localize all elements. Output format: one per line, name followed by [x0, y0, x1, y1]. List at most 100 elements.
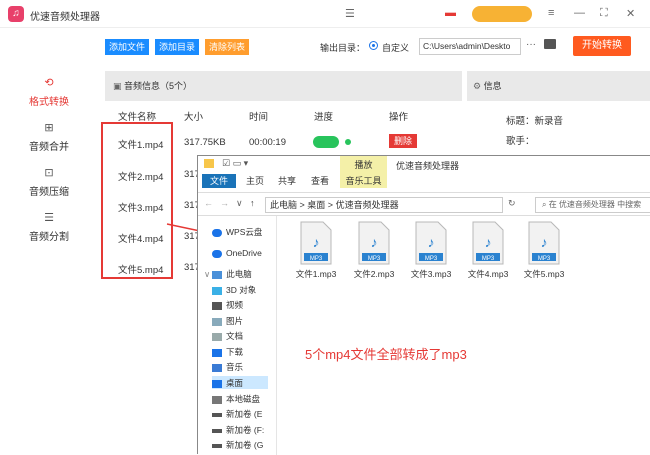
tab-home[interactable]: 主页: [240, 174, 270, 188]
add-file-button[interactable]: 添加文件: [105, 39, 150, 55]
refresh-icon[interactable]: ↻: [508, 198, 516, 209]
info-panel-header: ⚙ 信息: [467, 71, 650, 101]
tree-item-documents[interactable]: 文档: [212, 330, 243, 342]
title-bar: ♫ 优速音频处理器 ☰ ▬ ≡ — ⛶ ✕: [0, 0, 650, 28]
minimize-icon[interactable]: —: [574, 7, 585, 19]
cloud-icon: [212, 249, 222, 258]
compress-icon: ⊡: [44, 167, 54, 179]
custom-radio[interactable]: [369, 41, 378, 50]
computer-icon: [212, 270, 223, 279]
file-item[interactable]: ♪ MP3 文件1.mp3: [292, 221, 340, 280]
tree-item-3d[interactable]: 3D 对象: [212, 284, 256, 296]
address-field[interactable]: 此电脑 > 桌面 > 优速音频处理器: [265, 197, 503, 213]
col-time: 时间: [249, 112, 269, 123]
tree-item-pictures[interactable]: 图片: [212, 315, 243, 327]
col-size: 大小: [184, 112, 204, 123]
tab-music-tools[interactable]: 音乐工具: [340, 174, 387, 188]
annotation-text: 5个mp4文件全部转成了mp3: [305, 347, 467, 362]
tree-item-volume-g[interactable]: 新加卷 (G: [212, 439, 263, 451]
sidebar-item-label: 音频压缩: [29, 187, 69, 198]
output-path-field[interactable]: C:\Users\admin\Deskto: [419, 38, 521, 55]
address-bar-row: ← → ∨ ↑ 此电脑 > 桌面 > 优速音频处理器 ↻ ⌕ 在 优速音频处理器…: [198, 192, 650, 216]
sidebar-item-label: 格式转换: [29, 97, 69, 108]
sidebar: ⟲ 格式转换 ⊞ 音频合并 ⊡ 音频压缩 ☰ 音频分割: [0, 28, 98, 454]
quick-access-icons[interactable]: ☑ ▭ ▾: [222, 158, 248, 169]
app-title: 优速音频处理器: [30, 12, 100, 23]
col-action: 操作: [389, 112, 409, 123]
file-name: 文件3.mp3: [410, 269, 452, 279]
tree-item-videos[interactable]: 视频: [212, 299, 243, 311]
drive-icon: [212, 428, 222, 433]
mp3-file-icon: ♪ MP3: [358, 221, 390, 265]
tree-item-onedrive[interactable]: OneDrive: [212, 248, 262, 258]
search-input[interactable]: ⌕ 在 优速音频处理器 中搜索: [535, 197, 650, 213]
sidebar-item-audio-split[interactable]: ☰ 音频分割: [0, 211, 98, 243]
user-pill[interactable]: [472, 6, 532, 22]
svg-text:♪: ♪: [485, 234, 492, 250]
back-icon[interactable]: ←: [204, 198, 213, 208]
cube-icon: [212, 286, 222, 295]
drive-icon: [212, 443, 222, 448]
explorer-title: 优速音频处理器: [396, 161, 460, 171]
tree-item-local-disk[interactable]: 本地磁盘: [212, 393, 260, 405]
cloud-icon: [212, 228, 222, 237]
file-explorer-window: ☑ ▭ ▾ 播放 优速音频处理器 文件 主页 共享 查看 音乐工具 ← → ∨ …: [197, 155, 650, 455]
info-title-label: 标题：新录音: [506, 116, 564, 127]
forward-icon[interactable]: →: [220, 198, 229, 208]
download-icon: [212, 348, 222, 357]
app-logo-icon: ♫: [8, 6, 24, 22]
file-item[interactable]: ♪ MP3 文件4.mp3: [464, 221, 512, 280]
file-item[interactable]: ♪ MP3 文件3.mp3: [407, 221, 455, 280]
output-dir-label: 输出目录：: [320, 43, 366, 53]
tree-item-volume-e[interactable]: 新加卷 (E: [212, 408, 262, 420]
pane-divider: [276, 216, 277, 455]
folder-icon[interactable]: [544, 39, 556, 49]
audio-panel-header: ▣ 音频信息（5个）: [105, 71, 462, 101]
file-name: 文件1.mp3: [295, 269, 337, 279]
mp3-file-icon: ♪ MP3: [472, 221, 504, 265]
add-folder-button[interactable]: 添加目录: [155, 39, 200, 55]
col-name: 文件名称: [118, 112, 157, 123]
desktop-icon: [212, 379, 222, 388]
context-tab[interactable]: 播放: [340, 156, 387, 174]
tab-share[interactable]: 共享: [272, 174, 302, 188]
recent-icon[interactable]: ∨: [236, 198, 243, 209]
svg-text:♪: ♪: [313, 234, 320, 250]
breadcrumb-desktop[interactable]: 桌面: [307, 200, 325, 210]
clear-list-button[interactable]: 清除列表: [205, 39, 250, 55]
breadcrumb-this-pc[interactable]: 此电脑: [270, 200, 297, 210]
svg-text:♪: ♪: [428, 234, 435, 250]
tab-file[interactable]: 文件: [202, 174, 236, 188]
file-item[interactable]: ♪ MP3 文件2.mp3: [350, 221, 398, 280]
sidebar-item-audio-merge[interactable]: ⊞ 音频合并: [0, 121, 98, 153]
tree-item-volume-f[interactable]: 新加卷 (F:: [212, 424, 264, 436]
refresh-icon: ⟲: [44, 77, 54, 89]
svg-text:MP3: MP3: [310, 256, 323, 262]
tree-item-music[interactable]: 音乐: [212, 361, 243, 373]
tab-view[interactable]: 查看: [305, 174, 335, 188]
menu-icon[interactable]: ≡: [548, 7, 554, 19]
col-progress: 进度: [314, 112, 334, 123]
tree-item-downloads[interactable]: 下载: [212, 346, 243, 358]
delete-button[interactable]: 删除: [389, 134, 417, 148]
tree-item-desktop[interactable]: 桌面: [212, 377, 243, 389]
more-button[interactable]: ···: [526, 39, 536, 50]
progress-toggle[interactable]: [313, 136, 339, 148]
red-dash-icon[interactable]: ▬: [445, 7, 456, 19]
fullscreen-icon[interactable]: ⛶: [600, 7, 608, 20]
sidebar-item-audio-compress[interactable]: ⊡ 音频压缩: [0, 166, 98, 198]
tree-item-wps[interactable]: WPS云盘: [212, 226, 262, 238]
info-panel-title: 信息: [483, 81, 502, 91]
svg-text:♪: ♪: [541, 234, 548, 250]
close-icon[interactable]: ✕: [626, 7, 635, 20]
hamburger-decor-icon[interactable]: ☰: [345, 7, 355, 20]
breadcrumb-folder[interactable]: 优速音频处理器: [336, 200, 399, 210]
up-icon[interactable]: ↑: [250, 198, 255, 208]
tree-item-this-pc[interactable]: ∨ 此电脑: [204, 268, 252, 280]
sidebar-item-label: 音频合并: [29, 142, 69, 153]
gear-icon: ⚙: [473, 81, 482, 91]
custom-radio-label: 自定义: [382, 43, 410, 53]
file-item[interactable]: ♪ MP3 文件5.mp3: [520, 221, 568, 280]
sidebar-item-format-convert[interactable]: ⟲ 格式转换: [0, 76, 98, 108]
start-convert-button[interactable]: 开始转换: [573, 36, 631, 56]
